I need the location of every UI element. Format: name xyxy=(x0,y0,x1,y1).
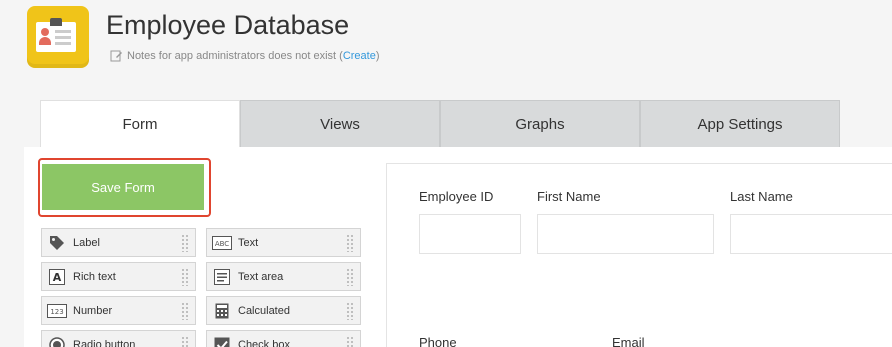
field-palette: Save Form Label ABC Text A Rich text Tex… xyxy=(24,147,386,347)
drag-handle-icon[interactable] xyxy=(346,336,354,347)
first-name-label: First Name xyxy=(537,189,601,204)
first-name-field[interactable] xyxy=(537,214,714,254)
notes-close-paren: ) xyxy=(375,49,380,62)
palette-item-text: Text xyxy=(238,236,259,249)
palette-item-check-box[interactable]: Check box xyxy=(206,330,361,347)
clipboard-clip-icon xyxy=(50,18,62,26)
card-line xyxy=(55,36,71,39)
drag-handle-icon[interactable] xyxy=(181,268,189,286)
edit-note-icon xyxy=(110,50,122,62)
app-icon xyxy=(27,6,89,68)
rich-text-icon: A xyxy=(47,268,67,286)
palette-item-text: Calculated xyxy=(238,304,290,317)
radio-button-icon xyxy=(47,336,67,347)
employee-id-field[interactable] xyxy=(419,214,521,254)
person-body-icon xyxy=(39,37,51,45)
palette-item-text: Radio button xyxy=(73,338,136,347)
form-layout-canvas: Employee ID First Name Last Name Phone E… xyxy=(386,163,892,347)
palette-item-radio-button[interactable]: Radio button xyxy=(41,330,196,347)
tab-views[interactable]: Views xyxy=(240,100,440,148)
drag-handle-icon[interactable] xyxy=(346,302,354,320)
drag-handle-icon[interactable] xyxy=(181,302,189,320)
svg-text:ABC: ABC xyxy=(215,240,229,248)
palette-item-text: Check box xyxy=(238,338,290,347)
email-label: Email xyxy=(612,335,645,347)
svg-text:A: A xyxy=(53,271,62,284)
palette-item-label[interactable]: Label xyxy=(41,228,196,257)
app-notes: Notes for app administrators does not ex… xyxy=(110,49,380,62)
palette-item-calculated[interactable]: Calculated xyxy=(206,296,361,325)
palette-item-text[interactable]: ABC Text xyxy=(206,228,361,257)
tab-graphs[interactable]: Graphs xyxy=(440,100,640,148)
check-box-icon xyxy=(212,336,232,347)
svg-text:123: 123 xyxy=(50,308,63,316)
drag-handle-icon[interactable] xyxy=(181,336,189,347)
palette-item-rich-text[interactable]: A Rich text xyxy=(41,262,196,291)
palette-item-text: Rich text xyxy=(73,270,116,283)
text-area-icon xyxy=(212,268,232,286)
save-form-button[interactable]: Save Form xyxy=(42,164,204,210)
palette-item-text: Text area xyxy=(238,270,284,283)
settings-tabs: Form Views Graphs App Settings xyxy=(40,100,840,148)
create-notes-link[interactable]: Create xyxy=(343,50,376,62)
palette-item-number[interactable]: 123 Number xyxy=(41,296,196,325)
abc-text-icon: ABC xyxy=(212,234,232,252)
drag-handle-icon[interactable] xyxy=(181,234,189,252)
drag-handle-icon[interactable] xyxy=(346,268,354,286)
last-name-label: Last Name xyxy=(730,189,793,204)
palette-item-text: Number xyxy=(73,304,113,317)
employee-id-label: Employee ID xyxy=(419,189,494,204)
palette-item-text: Label xyxy=(73,236,100,249)
drag-handle-icon[interactable] xyxy=(346,234,354,252)
person-head-icon xyxy=(41,28,49,36)
last-name-field[interactable] xyxy=(730,214,892,254)
card-line xyxy=(55,42,71,45)
card-line xyxy=(55,30,71,33)
tag-icon xyxy=(47,234,67,252)
palette-item-text-area[interactable]: Text area xyxy=(206,262,361,291)
tab-app-settings[interactable]: App Settings xyxy=(640,100,840,148)
tab-form[interactable]: Form xyxy=(40,100,240,148)
phone-label: Phone xyxy=(419,335,457,347)
form-editor-panel: Save Form Label ABC Text A Rich text Tex… xyxy=(24,147,892,347)
notes-text: Notes for app administrators does not ex… xyxy=(127,49,343,62)
app-title: Employee Database xyxy=(106,10,350,40)
number-123-icon: 123 xyxy=(47,302,67,320)
calculator-icon xyxy=(212,302,232,320)
